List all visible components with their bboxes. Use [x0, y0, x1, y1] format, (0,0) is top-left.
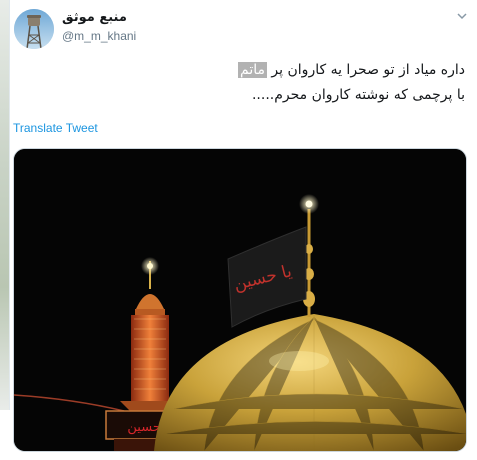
selected-word: ماتم	[238, 62, 267, 78]
chevron-down-icon	[457, 13, 467, 20]
translate-tweet-link[interactable]: Translate Tweet	[13, 121, 98, 135]
tweet-card[interactable]: منبع موثق @m_m_khani داره میاد از تو صحر…	[9, 0, 477, 460]
tweet-text: داره میاد از تو صحرا یه کاروان پر ماتم ب…	[45, 58, 465, 108]
author-handle[interactable]: @m_m_khani	[62, 29, 136, 43]
tweet-menu-button[interactable]	[455, 8, 469, 22]
tweet-text-line-1: داره میاد از تو صحرا یه کاروان پر ماتم	[45, 58, 465, 83]
avatar[interactable]	[14, 9, 54, 49]
shrine-photo: یا حسین یا حسین	[14, 149, 466, 451]
author-name[interactable]: منبع موثق	[62, 10, 127, 25]
tweet-text-line-2: با پرچمی که نوشته کاروان محرم.....	[251, 87, 465, 103]
tweet-text-line-1-main: داره میاد از تو صحرا یه کاروان پر	[266, 62, 465, 78]
water-tower-icon	[14, 9, 54, 49]
tweet-image[interactable]: یا حسین یا حسین	[13, 148, 467, 452]
